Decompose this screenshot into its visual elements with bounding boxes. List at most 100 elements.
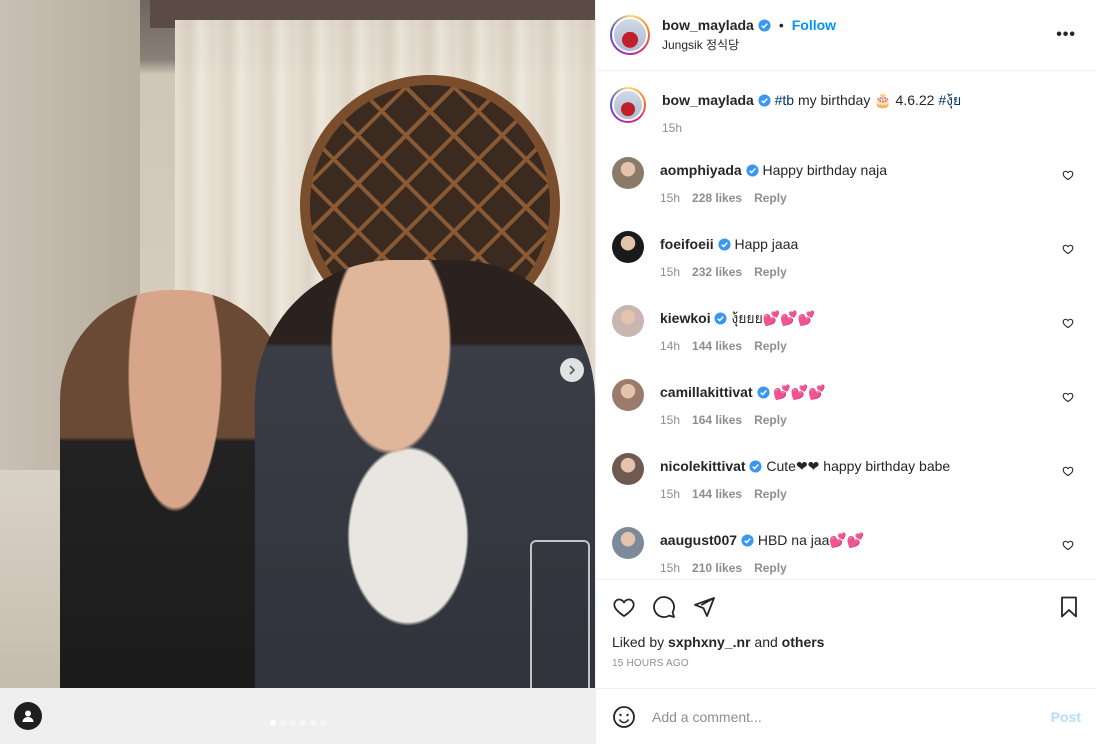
comment-meta: 15h 210 likes Reply bbox=[660, 561, 1082, 575]
caption-time[interactable]: 15h bbox=[662, 121, 682, 135]
avatar[interactable] bbox=[612, 379, 644, 411]
caption-text: bow_maylada #tb my birthday 🎂 4.6.22 #งุ… bbox=[662, 87, 1082, 109]
reply-button[interactable]: Reply bbox=[754, 265, 787, 279]
post-username[interactable]: bow_maylada bbox=[662, 17, 754, 33]
carousel-dot bbox=[300, 720, 306, 726]
like-comment-heart-icon[interactable] bbox=[1062, 169, 1074, 181]
heart-icon[interactable] bbox=[612, 595, 636, 619]
reply-button[interactable]: Reply bbox=[754, 413, 787, 427]
like-comment-heart-icon[interactable] bbox=[1062, 391, 1074, 403]
comment-input[interactable] bbox=[652, 708, 1051, 725]
comment-time[interactable]: 15h bbox=[660, 413, 680, 427]
comment-username[interactable]: aomphiyada bbox=[660, 162, 742, 178]
comment-username[interactable]: camillakittivat bbox=[660, 384, 753, 400]
post-header-text: bow_maylada • Follow Jungsik 정식당 bbox=[662, 17, 836, 53]
comment-message: 💕💕💕 bbox=[773, 384, 826, 400]
comment-time[interactable]: 15h bbox=[660, 191, 680, 205]
comment-meta: 15h 232 likes Reply bbox=[660, 265, 1082, 279]
avatar[interactable] bbox=[610, 15, 650, 55]
comment-row: camillakittivat 💕💕💕 15h 164 likes Reply bbox=[610, 379, 1082, 453]
bookmark-icon[interactable] bbox=[1057, 595, 1081, 619]
likes-summary: Liked by sxphxny_.nr and others bbox=[612, 634, 1081, 650]
verified-badge-icon bbox=[756, 386, 770, 399]
avatar[interactable] bbox=[610, 87, 646, 123]
avatar-image bbox=[612, 89, 644, 121]
comment-username[interactable]: foeifoeii bbox=[660, 236, 714, 252]
post-location[interactable]: Jungsik 정식당 bbox=[662, 36, 836, 53]
liked-by-others[interactable]: others bbox=[782, 634, 825, 650]
post-timestamp[interactable]: 15 HOURS AGO bbox=[612, 658, 1081, 669]
like-comment-heart-icon[interactable] bbox=[1062, 243, 1074, 255]
comment-likes[interactable]: 164 likes bbox=[692, 413, 742, 427]
comment-meta: 14h 144 likes Reply bbox=[660, 339, 1082, 353]
person-icon bbox=[22, 710, 34, 722]
comment-meta: 15h 164 likes Reply bbox=[660, 413, 1082, 427]
comment-body: aomphiyada Happy birthday naja 15h 228 l… bbox=[660, 157, 1082, 231]
comment-likes[interactable]: 144 likes bbox=[692, 487, 742, 501]
avatar[interactable] bbox=[612, 527, 644, 559]
post-header-line: bow_maylada • Follow bbox=[662, 17, 836, 33]
post-actions: Liked by sxphxny_.nr and others 15 HOURS… bbox=[596, 579, 1096, 669]
reply-button[interactable]: Reply bbox=[754, 561, 787, 575]
caption-username[interactable]: bow_maylada bbox=[662, 92, 754, 108]
verified-badge-icon bbox=[749, 460, 763, 473]
carousel-dot bbox=[310, 720, 316, 726]
reply-button[interactable]: Reply bbox=[754, 191, 787, 205]
comment-text: aomphiyada Happy birthday naja bbox=[660, 157, 1082, 179]
comment-message: HBD na jaa💕💕 bbox=[757, 532, 865, 548]
post-media[interactable] bbox=[0, 0, 595, 744]
comment-meta: 15h 144 likes Reply bbox=[660, 487, 1082, 501]
comment-composer: Post bbox=[596, 688, 1096, 744]
comment-time[interactable]: 15h bbox=[660, 265, 680, 279]
liked-by-user[interactable]: sxphxny_.nr bbox=[668, 634, 750, 650]
comment-icon[interactable] bbox=[652, 595, 676, 619]
comment-message: งุ้ยยย💕💕💕 bbox=[731, 310, 816, 326]
comment-body: aaugust007 HBD na jaa💕💕 15h 210 likes Re… bbox=[660, 527, 1082, 579]
reply-button[interactable]: Reply bbox=[754, 487, 787, 501]
post-comment-button[interactable]: Post bbox=[1051, 709, 1081, 725]
chevron-right-icon bbox=[569, 365, 576, 375]
comment-likes[interactable]: 228 likes bbox=[692, 191, 742, 205]
avatar[interactable] bbox=[612, 453, 644, 485]
comment-body: nicolekittivat Cute❤❤ happy birthday bab… bbox=[660, 453, 1082, 527]
tagged-users-button[interactable] bbox=[14, 702, 42, 730]
carousel-next-button[interactable] bbox=[560, 358, 584, 382]
comment-likes[interactable]: 144 likes bbox=[692, 339, 742, 353]
action-row bbox=[612, 594, 1081, 620]
more-options-button[interactable]: ••• bbox=[1056, 26, 1076, 44]
comment-message: Happ jaaa bbox=[734, 236, 799, 252]
avatar[interactable] bbox=[612, 157, 644, 189]
comment-body: foeifoeii Happ jaaa 15h 232 likes Reply bbox=[660, 231, 1082, 305]
share-icon[interactable] bbox=[692, 595, 716, 619]
verified-badge-icon bbox=[718, 238, 731, 251]
comment-username[interactable]: aaugust007 bbox=[660, 532, 737, 548]
like-comment-heart-icon[interactable] bbox=[1062, 317, 1074, 329]
like-comment-heart-icon[interactable] bbox=[1062, 465, 1074, 477]
caption-message: my birthday 🎂 4.6.22 bbox=[794, 92, 939, 108]
comment-time[interactable]: 15h bbox=[660, 561, 680, 575]
hashtag-link[interactable]: #tb bbox=[775, 92, 794, 108]
follow-button[interactable]: Follow bbox=[792, 17, 836, 33]
verified-badge-icon bbox=[714, 312, 728, 325]
comment-text: kiewkoi งุ้ยยย💕💕💕 bbox=[660, 305, 1082, 327]
carousel-dot bbox=[320, 720, 326, 726]
comment-row: aomphiyada Happy birthday naja 15h 228 l… bbox=[610, 157, 1082, 231]
avatar[interactable] bbox=[612, 305, 644, 337]
carousel-dot bbox=[280, 720, 286, 726]
comment-username[interactable]: nicolekittivat bbox=[660, 458, 746, 474]
verified-badge-icon bbox=[741, 534, 754, 547]
hashtag-link[interactable]: #งุ้ย bbox=[938, 92, 961, 108]
comment-time[interactable]: 15h bbox=[660, 487, 680, 501]
comment-likes[interactable]: 232 likes bbox=[692, 265, 742, 279]
comment-likes[interactable]: 210 likes bbox=[692, 561, 742, 575]
like-comment-heart-icon[interactable] bbox=[1062, 539, 1074, 551]
caption-body: bow_maylada #tb my birthday 🎂 4.6.22 #งุ… bbox=[662, 87, 1082, 135]
comment-text: aaugust007 HBD na jaa💕💕 bbox=[660, 527, 1082, 549]
emoji-icon[interactable] bbox=[612, 705, 636, 729]
comment-time[interactable]: 14h bbox=[660, 339, 680, 353]
comment-username[interactable]: kiewkoi bbox=[660, 310, 711, 326]
reply-button[interactable]: Reply bbox=[754, 339, 787, 353]
comment-row: aaugust007 HBD na jaa💕💕 15h 210 likes Re… bbox=[610, 527, 1082, 579]
avatar[interactable] bbox=[612, 231, 644, 263]
comments-list[interactable]: bow_maylada #tb my birthday 🎂 4.6.22 #งุ… bbox=[596, 71, 1096, 579]
